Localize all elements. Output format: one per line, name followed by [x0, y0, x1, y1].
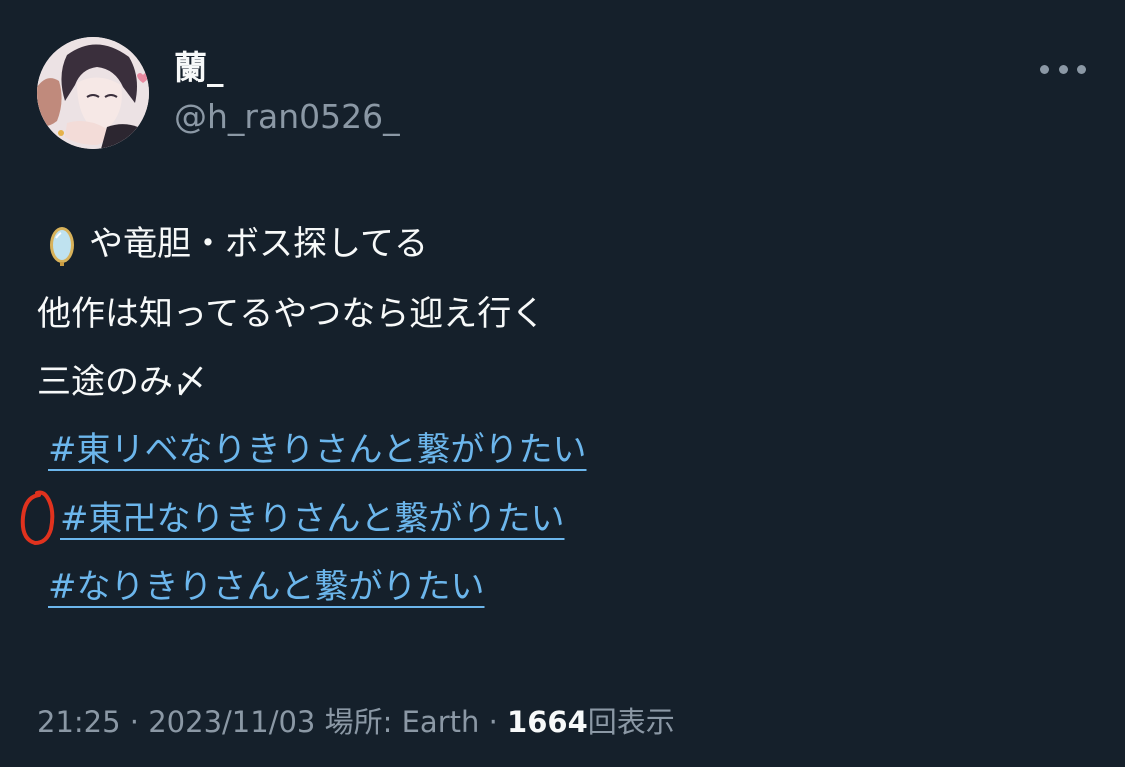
hashtag-link[interactable]: #なりきりさんと繋がりたい	[48, 565, 485, 609]
tweet-text: や竜胆・ボス探してる	[89, 224, 428, 264]
tweet-time[interactable]: 21:25	[37, 705, 121, 739]
views-label: 回表示	[587, 705, 675, 739]
meta-separator: ·	[488, 705, 498, 739]
meta-separator: ·	[129, 705, 140, 739]
mirror-icon	[47, 222, 77, 266]
red-circle-mark	[20, 490, 55, 546]
ellipsis-dot	[1040, 64, 1049, 74]
tweet-meta: 21:25 · 2023/11/03 場所: Earth · 1664回表示	[37, 702, 675, 742]
tweet-text-line-2: 他作は知ってるやつなら迎え行く	[37, 294, 546, 334]
tweet-text-line-3: 三途のみ〆	[37, 362, 207, 402]
views-count: 1664	[507, 705, 588, 739]
display-name[interactable]: 蘭_	[174, 48, 224, 88]
handle[interactable]: @h_ran0526_	[174, 97, 400, 137]
ellipsis-icon[interactable]	[1040, 58, 1086, 80]
tweet-location: 場所: Earth	[324, 705, 480, 739]
tweet-date[interactable]: 2023/11/03	[148, 705, 315, 739]
hashtag-link[interactable]: #東リベなりきりさんと繋がりたい	[48, 428, 587, 472]
tweet-text-line-1: や竜胆・ボス探してる	[37, 222, 428, 266]
hashtag-link[interactable]: #東卍なりきりさんと繋がりたい	[60, 497, 565, 541]
tweet-detail: 蘭_ @h_ran0526_ や竜胆・ボス探してる 他作は知ってるやつなら迎え行…	[0, 0, 1125, 767]
avatar[interactable]	[37, 37, 149, 149]
ellipsis-dot	[1058, 64, 1068, 74]
avatar-illustration	[37, 37, 149, 149]
ellipsis-dot	[1077, 64, 1086, 74]
